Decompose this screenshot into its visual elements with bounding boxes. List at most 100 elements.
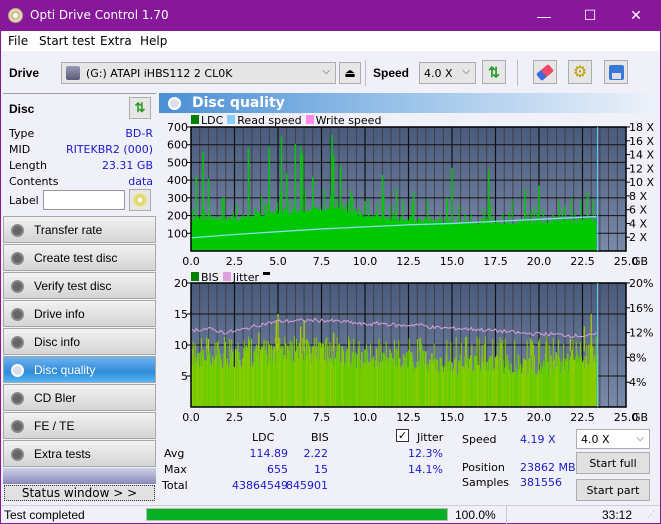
x-tick-label: 17.5 bbox=[483, 255, 508, 267]
y2-tick-label: 4 X bbox=[629, 217, 647, 230]
chevron-down-icon: ⌵ bbox=[322, 66, 330, 77]
nav-create-test-disc[interactable]: Create test disc bbox=[3, 244, 156, 271]
disc-quality-icon bbox=[11, 364, 24, 377]
close-button[interactable]: ✕ bbox=[613, 0, 659, 31]
y-tick-label: 5 bbox=[181, 370, 188, 383]
eject-icon: ⏏ bbox=[344, 66, 356, 80]
nav-fe-te[interactable]: FE / TE bbox=[3, 412, 156, 439]
x-tick-label: 2.5 bbox=[226, 411, 244, 423]
menu-start-test[interactable]: Start test bbox=[39, 34, 95, 48]
nav-verify-test-disc[interactable]: Verify test disc bbox=[3, 272, 156, 299]
erase-button[interactable] bbox=[533, 60, 557, 84]
ldc-chart: 100 200 300 400 500 600 700 2 X4 X6 X8 X10 X12 … bbox=[167, 121, 654, 267]
y-tick-label: 700 bbox=[167, 121, 188, 134]
speed-label: Speed bbox=[373, 66, 410, 80]
stats-area: LDC BIS ✓ Jitter Avg 114.89 2.22 12.3% M… bbox=[159, 429, 660, 505]
x-tick-label: 22.5 bbox=[570, 255, 595, 267]
minimize-button[interactable]: — bbox=[521, 0, 567, 31]
start-full-button[interactable]: Start full bbox=[576, 452, 650, 474]
disc-key: Label bbox=[9, 194, 39, 207]
y2-tick-label: 8 X bbox=[629, 190, 647, 203]
y2-tick-label: 4% bbox=[629, 376, 646, 389]
y2-tick-label: 16% bbox=[629, 302, 653, 315]
nav-label: Transfer rate bbox=[34, 223, 103, 237]
avg-jitter: 12.3% bbox=[408, 447, 443, 460]
bis-jitter-chart: 5 10 15 20 4% 8% 12% 16% 20% 0.0 2.5 5.0 7.5 10.0 12.5… bbox=[174, 277, 653, 423]
disc-value: 23.31 GB bbox=[101, 159, 153, 172]
nav-transfer-rate[interactable]: Transfer rate bbox=[3, 216, 156, 243]
jitter-checkbox[interactable]: ✓ bbox=[396, 429, 409, 442]
x-tick-label: 12.5 bbox=[396, 255, 421, 267]
eraser-icon bbox=[535, 63, 555, 81]
disc-value: data bbox=[128, 175, 153, 188]
resize-grip-icon[interactable]: ⋰ bbox=[647, 510, 655, 519]
nav-disc-info[interactable]: Disc info bbox=[3, 328, 156, 355]
x-tick-label: 20.0 bbox=[527, 255, 552, 267]
label-input[interactable] bbox=[43, 190, 125, 210]
samples-label: Samples bbox=[462, 476, 509, 489]
maximize-button[interactable]: ☐ bbox=[567, 0, 613, 31]
drive-label: Drive bbox=[9, 66, 40, 80]
settings-icon: ⚙ bbox=[572, 64, 588, 81]
menu-file[interactable]: File bbox=[8, 34, 28, 48]
toolbar-divider bbox=[365, 60, 366, 86]
start-part-button[interactable]: Start part bbox=[576, 479, 650, 501]
y2-tick-label: 16 X bbox=[629, 135, 654, 148]
total-ldc: 43864549 bbox=[232, 479, 288, 492]
y2-tick-label: 20% bbox=[629, 277, 653, 290]
menu-bar: File Start test Extra Help bbox=[1, 31, 660, 51]
nav-disc-quality[interactable]: Disc quality bbox=[3, 356, 156, 383]
disc-icon bbox=[133, 193, 147, 207]
elapsed-time: 33:12 bbox=[602, 508, 633, 522]
save-button[interactable] bbox=[604, 60, 628, 84]
speed-select[interactable]: 4.0 X ⌵ bbox=[419, 62, 476, 84]
drive-select[interactable]: (G:) ATAPI iHBS112 2 CL0K ⌵ bbox=[61, 62, 336, 84]
x-axis-label: GB bbox=[632, 411, 648, 423]
samples-value: 381556 bbox=[520, 476, 562, 489]
toolbar: Drive (G:) ATAPI iHBS112 2 CL0K ⌵ ⏏ Spee… bbox=[1, 51, 660, 91]
nav-extra-tests[interactable]: Extra tests bbox=[3, 440, 156, 467]
menu-extra[interactable]: Extra bbox=[100, 34, 132, 48]
x-tick-label: 7.5 bbox=[313, 255, 331, 267]
settings-button[interactable]: ⚙ bbox=[568, 60, 592, 84]
create-disc-icon bbox=[11, 252, 24, 265]
status-bar: Test completed 100.0% 33:12 ⋰ bbox=[1, 505, 660, 524]
nav-label: Drive info bbox=[34, 307, 85, 321]
nav-drive-info[interactable]: Drive info bbox=[3, 300, 156, 327]
y2-tick-label: 12% bbox=[629, 327, 653, 340]
y-tick-label: 200 bbox=[167, 210, 188, 223]
cd-bler-icon bbox=[11, 392, 24, 405]
disc-key: Contents bbox=[9, 175, 59, 188]
max-label: Max bbox=[164, 463, 187, 476]
disc-panel: Disc ⇅ Type BD-R MID RITEKBR2 (000) Leng… bbox=[3, 93, 156, 213]
test-speed-select[interactable]: 4.0 X ⌵ bbox=[576, 429, 650, 449]
x-tick-label: 15.0 bbox=[440, 255, 465, 267]
x-tick-label: 5.0 bbox=[269, 411, 287, 423]
speed-value: 4.0 X bbox=[424, 67, 453, 80]
y-tick-label: 400 bbox=[167, 174, 188, 187]
chevron-down-icon: ⌵ bbox=[636, 433, 644, 444]
eject-button[interactable]: ⏏ bbox=[339, 62, 361, 84]
y2-tick-label: 18 X bbox=[629, 121, 654, 134]
refresh-button[interactable]: ⇅ bbox=[482, 60, 506, 84]
toolbar-divider bbox=[517, 60, 518, 86]
test-speed-value: 4.0 X bbox=[581, 433, 610, 446]
status-window-button[interactable]: Status window > > bbox=[4, 485, 155, 501]
label-disc-button[interactable] bbox=[129, 189, 151, 211]
disc-refresh-button[interactable]: ⇅ bbox=[129, 97, 151, 119]
y-tick-label: 10 bbox=[174, 339, 188, 352]
x-tick-label: 0.0 bbox=[182, 411, 200, 423]
disc-quality-icon bbox=[168, 97, 181, 110]
avg-label: Avg bbox=[164, 447, 185, 460]
nav-cd-bler[interactable]: CD Bler bbox=[3, 384, 156, 411]
jitter-label: Jitter bbox=[417, 431, 444, 444]
col-bis-header: BIS bbox=[311, 431, 329, 444]
y2-tick-label: 10 X bbox=[629, 176, 654, 189]
menu-help[interactable]: Help bbox=[140, 34, 167, 48]
disc-key: MID bbox=[9, 143, 31, 156]
max-jitter: 14.1% bbox=[408, 463, 443, 476]
disc-key: Type bbox=[9, 127, 35, 140]
y-tick-label: 500 bbox=[167, 156, 188, 169]
status-text: Test completed bbox=[4, 508, 85, 522]
col-ldc-header: LDC bbox=[252, 431, 275, 444]
